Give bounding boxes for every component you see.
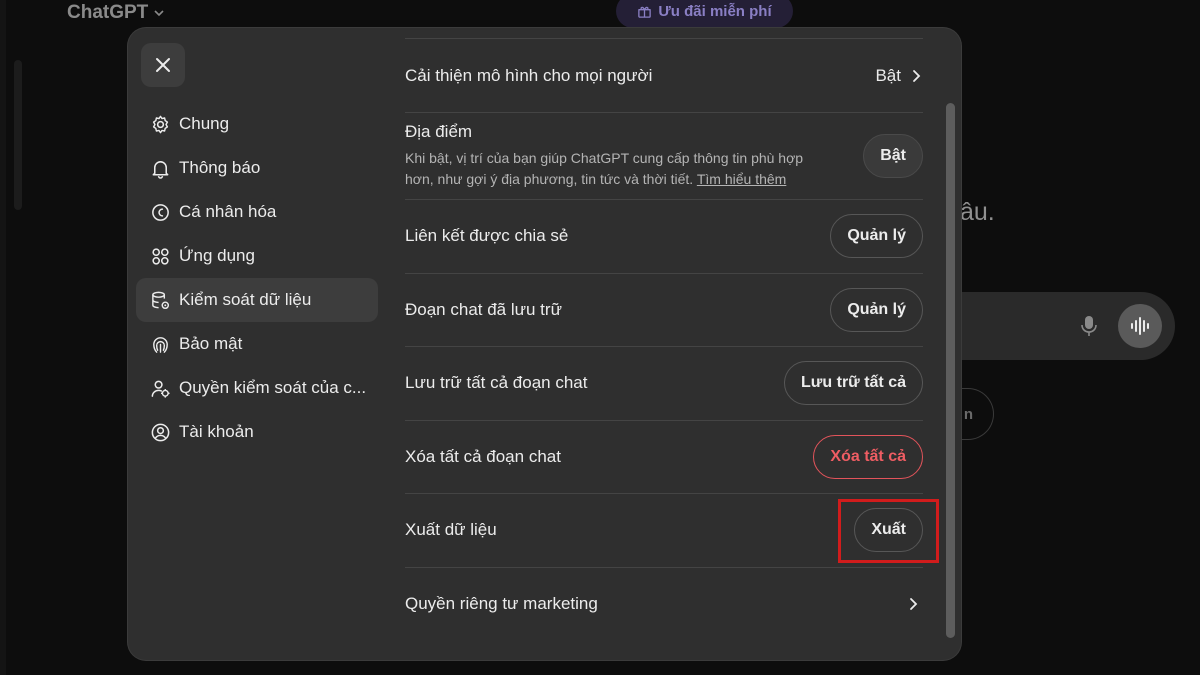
location-text: Địa điểm Khi bật, vị trí của bạn giúp Ch… bbox=[405, 122, 835, 190]
sidebar-item-label: Thông báo bbox=[179, 158, 261, 177]
archived-chats-row: Đoạn chat đã lưu trữ Quản lý bbox=[405, 272, 923, 347]
close-icon bbox=[156, 58, 170, 72]
delete-all-button[interactable]: Xóa tất cả bbox=[813, 434, 923, 479]
sidebar-item-label: Chung bbox=[179, 114, 230, 133]
background-heading: âu. bbox=[960, 198, 995, 226]
apps-grid-icon bbox=[149, 245, 171, 267]
shared-links-row: Liên kết được chia sẻ Quản lý bbox=[405, 199, 923, 273]
background-pill-label: n bbox=[963, 405, 973, 423]
archived-chats-label: Đoạn chat đã lưu trữ bbox=[405, 299, 562, 319]
sidebar-item-security[interactable]: Bảo mật bbox=[136, 322, 378, 366]
close-button[interactable] bbox=[141, 43, 185, 87]
location-title: Địa điểm bbox=[405, 122, 473, 141]
export-highlight-box bbox=[838, 499, 939, 563]
promo-label: Ưu đãi miễn phí bbox=[658, 2, 772, 20]
sidebar-item-data-controls[interactable]: Kiểm soát dữ liệu bbox=[136, 278, 378, 322]
learn-more-link[interactable]: Tìm hiểu thêm bbox=[697, 171, 786, 187]
chevron-right-icon bbox=[913, 69, 921, 82]
user-controls-icon bbox=[149, 377, 171, 399]
improve-model-value: Bật bbox=[875, 65, 901, 85]
marketing-privacy-chevron[interactable] bbox=[903, 594, 923, 614]
sidebar-item-label: Ứng dụng bbox=[179, 246, 255, 265]
sidebar-item-apps[interactable]: Ứng dụng bbox=[136, 234, 378, 278]
voice-mode-button[interactable] bbox=[1118, 304, 1162, 348]
chevron-down-icon bbox=[154, 10, 164, 17]
account-icon bbox=[149, 421, 171, 443]
sidebar-item-label: Bảo mật bbox=[179, 334, 243, 353]
manage-shared-links-button[interactable]: Quản lý bbox=[830, 214, 923, 259]
gift-icon bbox=[638, 6, 652, 18]
settings-sidebar: Chung Thông báo Cá nhân hóa Ứng dụng Kiể… bbox=[136, 102, 378, 454]
bell-icon bbox=[149, 157, 171, 179]
marketing-privacy-row[interactable]: Quyền riêng tư marketing bbox=[405, 566, 923, 641]
chevron-right-icon bbox=[910, 597, 918, 610]
location-row: Địa điểm Khi bật, vị trí của bạn giúp Ch… bbox=[405, 112, 923, 199]
sidebar-item-label: Kiểm soát dữ liệu bbox=[179, 290, 312, 309]
export-data-label: Xuất dữ liệu bbox=[405, 520, 497, 540]
improve-model-row: Cải thiện mô hình cho mọi người Bật bbox=[405, 38, 923, 112]
settings-modal: Chung Thông báo Cá nhân hóa Ứng dụng Kiể… bbox=[128, 28, 961, 660]
sidebar-item-label: Tài khoản bbox=[179, 422, 254, 441]
shared-links-label: Liên kết được chia sẻ bbox=[405, 226, 569, 246]
delete-all-label: Xóa tất cả đoạn chat bbox=[405, 446, 561, 466]
marketing-privacy-label: Quyền riêng tư marketing bbox=[405, 593, 598, 613]
archive-all-label: Lưu trữ tất cả đoạn chat bbox=[405, 373, 588, 393]
location-toggle-button[interactable]: Bật bbox=[863, 134, 923, 178]
promo-button[interactable]: Ưu đãi miễn phí bbox=[616, 0, 793, 28]
background-scrollbar bbox=[14, 60, 22, 210]
location-description: Khi bật, vị trí của bạn giúp ChatGPT cun… bbox=[405, 148, 835, 190]
waveform-icon bbox=[1131, 317, 1149, 335]
content-scrollbar[interactable] bbox=[946, 103, 955, 638]
delete-all-row: Xóa tất cả đoạn chat Xóa tất cả bbox=[405, 419, 923, 494]
improve-model-label: Cải thiện mô hình cho mọi người bbox=[405, 65, 653, 85]
gear-icon bbox=[149, 113, 171, 135]
microphone-icon[interactable] bbox=[1078, 314, 1100, 338]
personalization-icon bbox=[149, 201, 171, 223]
sidebar-item-label: Cá nhân hóa bbox=[179, 202, 277, 221]
sidebar-item-label: Quyền kiểm soát của c... bbox=[179, 378, 367, 397]
security-icon bbox=[149, 333, 171, 355]
background-edge bbox=[0, 0, 6, 675]
sidebar-item-general[interactable]: Chung bbox=[136, 102, 378, 146]
database-settings-icon bbox=[149, 289, 171, 311]
sidebar-item-personalization[interactable]: Cá nhân hóa bbox=[136, 190, 378, 234]
improve-model-toggle[interactable]: Bật bbox=[875, 66, 923, 86]
archive-all-row: Lưu trữ tất cả đoạn chat Lưu trữ tất cả bbox=[405, 346, 923, 420]
sidebar-item-notifications[interactable]: Thông báo bbox=[136, 146, 378, 190]
app-title[interactable]: ChatGPT bbox=[67, 2, 166, 24]
manage-archived-chats-button[interactable]: Quản lý bbox=[830, 287, 923, 332]
sidebar-item-user-controls[interactable]: Quyền kiểm soát của c... bbox=[136, 366, 378, 410]
archive-all-button[interactable]: Lưu trữ tất cả bbox=[784, 361, 923, 406]
app-title-label: ChatGPT bbox=[67, 2, 149, 23]
sidebar-item-account[interactable]: Tài khoản bbox=[136, 410, 378, 454]
